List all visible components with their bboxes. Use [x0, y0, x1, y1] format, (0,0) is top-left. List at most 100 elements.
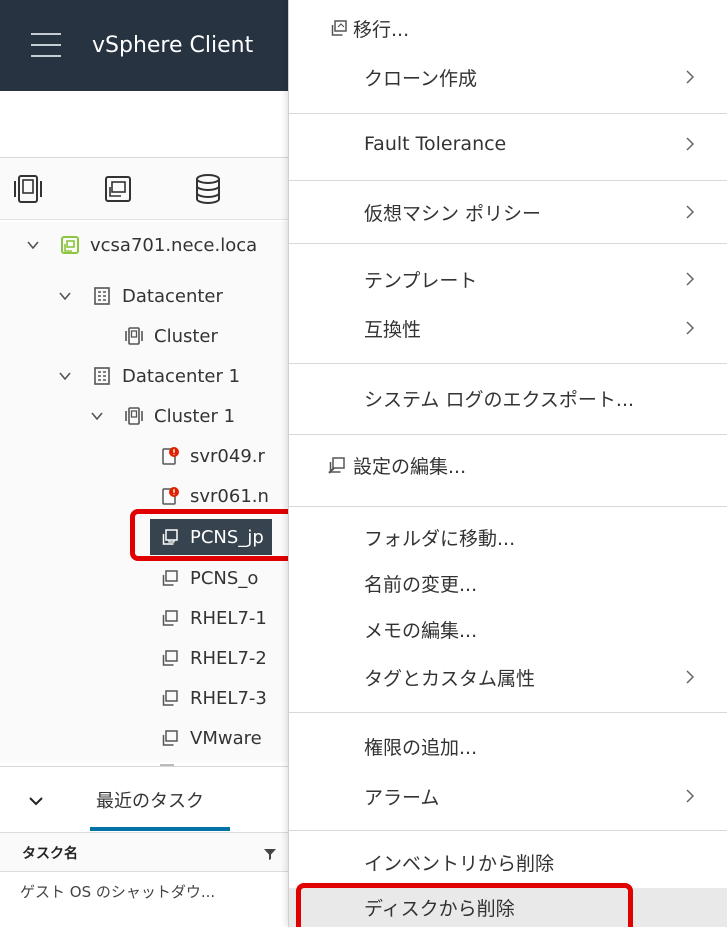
tree-node-label: Cluster 1: [154, 405, 236, 427]
chevron-right-icon: [686, 137, 695, 151]
tree-node-vm[interactable]: RHEL7-3: [160, 680, 267, 716]
menu-item-label: 移行...: [353, 18, 410, 41]
tree-node-label: RHEL7-3: [190, 687, 267, 709]
tree-node-label: Cluster: [154, 325, 218, 347]
menu-item-compatibility[interactable]: 互換性: [289, 302, 727, 354]
chevron-down-icon[interactable]: [28, 793, 44, 809]
highlight-box: [296, 883, 633, 927]
menu-item-fault-tolerance[interactable]: Fault Tolerance: [289, 118, 727, 170]
menu-divider: [289, 243, 727, 244]
menu-item-clone[interactable]: クローン作成: [289, 51, 727, 103]
menu-item-label: 名前の変更...: [364, 573, 478, 596]
menu-item-label: Fault Tolerance: [364, 133, 507, 155]
tree-node-label: Datacenter: [122, 285, 223, 307]
tree-node-label: Datacenter 1: [122, 365, 241, 387]
tree-node-label: RHEL7-1: [190, 607, 267, 629]
host-warning-icon: [162, 487, 179, 505]
tree-node-cluster[interactable]: Cluster: [124, 318, 218, 354]
menu-divider: [289, 830, 727, 831]
storage-icon[interactable]: [190, 171, 226, 207]
column-header-task-name[interactable]: タスク名: [22, 843, 78, 863]
menu-item-tags-and-attributes[interactable]: タグとカスタム属性: [289, 651, 727, 703]
hosts-and-clusters-icon[interactable]: [10, 171, 46, 207]
menu-divider: [289, 180, 727, 181]
menu-item-alarms[interactable]: アラーム: [289, 770, 727, 822]
tree-node-vm[interactable]: VMware: [160, 720, 262, 756]
menu-divider: [289, 434, 727, 435]
menu-item-add-permission[interactable]: 権限の追加...: [289, 720, 727, 772]
menu-item-label: アラーム: [364, 786, 440, 809]
menu-item-label: システム ログのエクスポート...: [364, 388, 635, 411]
menu-item-label: 仮想マシン ポリシー: [364, 202, 542, 225]
chevron-right-icon: [686, 70, 695, 84]
vm-icon: [162, 730, 178, 746]
menu-item-move-to-folder[interactable]: フォルダに移動...: [289, 511, 727, 563]
vm-icon: [162, 610, 178, 626]
chevron-right-icon: [686, 272, 695, 286]
tree-node-cluster-1[interactable]: Cluster 1: [90, 398, 235, 434]
menu-item-edit-notes[interactable]: メモの編集...: [289, 603, 727, 655]
app-title: vSphere Client: [92, 33, 254, 58]
menu-divider: [289, 363, 727, 364]
chevron-down-icon[interactable]: [26, 238, 40, 252]
menu-item-edit-settings[interactable]: 設定の編集...: [289, 439, 727, 491]
menu-item-rename[interactable]: 名前の変更...: [289, 557, 727, 609]
table-row[interactable]: ゲスト OS のシャットダウ...: [0, 872, 300, 912]
chevron-right-icon: [686, 789, 695, 803]
tree-node-vm[interactable]: RHEL7-2: [160, 640, 267, 676]
tree-node-vm[interactable]: RHEL7-1: [160, 600, 267, 636]
vm-icon: [162, 570, 178, 586]
menu-item-template[interactable]: テンプレート: [289, 253, 727, 305]
context-menu: 移行... クローン作成 Fault Tolerance 仮想マシン ポリシー …: [288, 0, 727, 927]
menu-item-label: メモの編集...: [364, 619, 478, 642]
menu-divider: [289, 113, 727, 114]
menu-item-label: 権限の追加...: [364, 736, 478, 759]
migrate-icon: [331, 20, 347, 36]
filter-icon[interactable]: [264, 848, 276, 860]
cluster-icon: [125, 327, 143, 345]
menu-divider: [289, 506, 727, 507]
menu-item-label: 設定の編集...: [353, 455, 467, 478]
chevron-right-icon: [686, 670, 695, 684]
tree-node-vm[interactable]: PCNS_o: [160, 560, 258, 596]
edit-settings-icon: [328, 457, 345, 474]
chevron-down-icon[interactable]: [58, 289, 72, 303]
menu-divider: [289, 712, 727, 713]
host-warning-icon: [162, 447, 179, 465]
menu-item-label: フォルダに移動...: [364, 527, 516, 550]
datacenter-icon: [94, 367, 110, 385]
top-bar: vSphere Client: [0, 0, 300, 91]
menu-item-remove-from-inventory[interactable]: インベントリから削除: [289, 836, 727, 888]
menu-item-export-system-logs[interactable]: システム ログのエクスポート...: [289, 372, 727, 424]
datacenter-icon: [94, 287, 110, 305]
view-switcher: [0, 158, 300, 220]
tree-node-host[interactable]: svr049.r: [160, 438, 265, 474]
vms-and-templates-icon[interactable]: [100, 171, 136, 207]
tree-node-label: vcsa701.nece.loca: [90, 234, 258, 256]
chevron-down-icon[interactable]: [58, 369, 72, 383]
tree-node-datacenter-1[interactable]: Datacenter 1: [58, 358, 240, 394]
tab-recent-tasks[interactable]: 最近のタスク: [96, 787, 204, 813]
menu-item-label: インベントリから削除: [364, 852, 555, 875]
highlight-box: [130, 509, 310, 561]
tree-node-label: svr061.n: [190, 485, 269, 507]
chevron-right-icon: [686, 205, 695, 219]
recent-tasks-bar: 最近のタスク ア: [0, 766, 304, 832]
vm-icon: [162, 690, 178, 706]
vm-icon: [162, 650, 178, 666]
chevron-down-icon[interactable]: [90, 409, 104, 423]
tree-node-label: svr049.r: [190, 445, 265, 467]
tree-node-label: VMware: [190, 727, 262, 749]
tree-node-datacenter[interactable]: Datacenter: [58, 278, 223, 314]
menu-item-migrate[interactable]: 移行...: [289, 5, 727, 51]
menu-item-label: タグとカスタム属性: [364, 667, 536, 690]
menu-item-vm-policies[interactable]: 仮想マシン ポリシー: [289, 186, 727, 238]
vcenter-icon: [61, 236, 79, 254]
tree-node-vcenter[interactable]: vcsa701.nece.loca: [26, 227, 257, 263]
menu-item-label: クローン作成: [364, 67, 478, 90]
active-tab-indicator: [90, 827, 230, 831]
cluster-icon: [125, 407, 143, 425]
hamburger-menu-icon[interactable]: [31, 33, 61, 57]
tasks-table-header: タスク名: [0, 832, 300, 872]
menu-item-label: 互換性: [364, 318, 422, 341]
